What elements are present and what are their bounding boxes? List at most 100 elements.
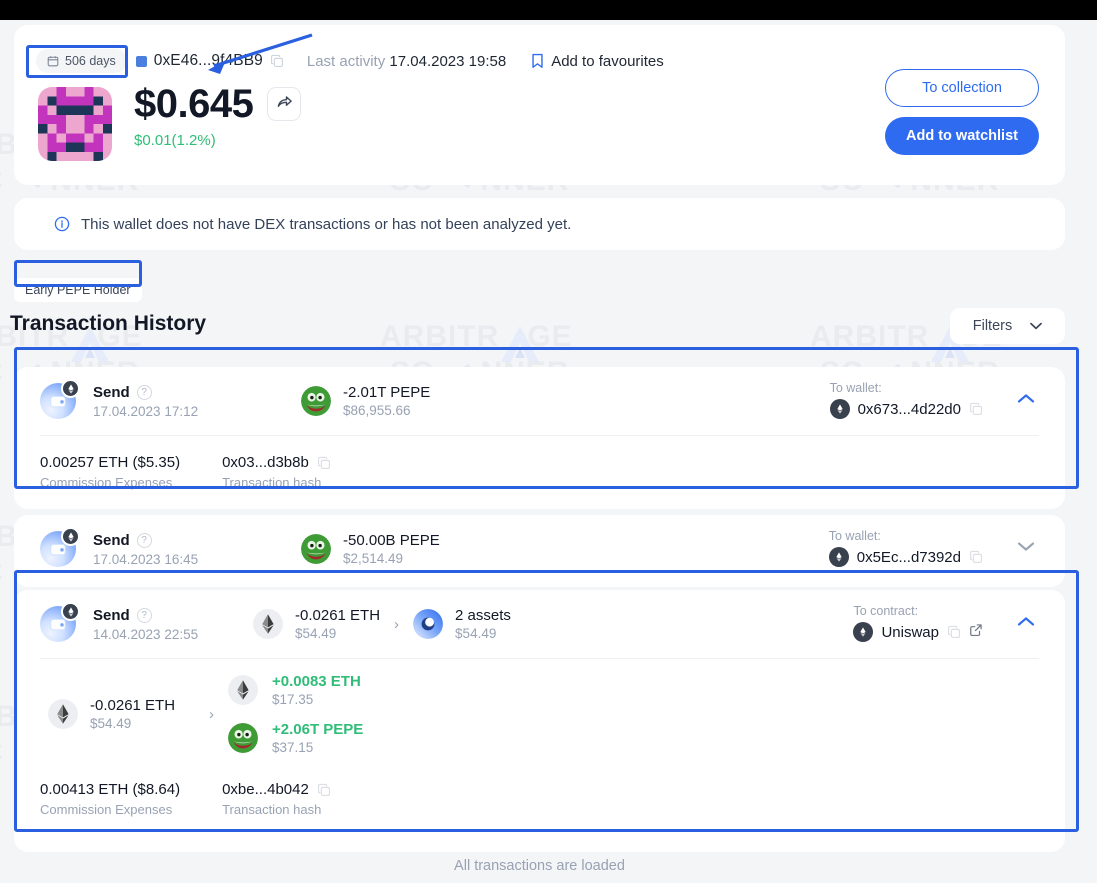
page-body: ARBITR GESC NNER ARBITR GESC NNER ARBITR… [0, 20, 1079, 883]
eth-badge-icon [836, 552, 842, 562]
hash-block: 0x03...d3b8b Transaction hash [222, 454, 331, 490]
expand-toggle[interactable] [1017, 539, 1035, 557]
tx-asset: -2.01T PEPE $86,955.66 [301, 384, 430, 418]
transaction-row[interactable]: Send ? 17.04.2023 16:45 -50.00B PEPE $2, [14, 515, 1065, 587]
wallet-avatar [38, 87, 112, 161]
header-actions: To collection Add to watchlist [885, 69, 1039, 155]
transaction-type-icon [40, 527, 80, 567]
copy-icon[interactable] [270, 54, 284, 68]
tx-asset: -50.00B PEPE $2,514.49 [301, 532, 440, 566]
swap-output-usd: $37.15 [272, 740, 314, 755]
eth-network-badge-icon [61, 602, 80, 621]
price-block: $0.645 $0.01(1.2%) [134, 82, 302, 149]
copy-icon [317, 456, 330, 469]
transaction-history-title: Transaction History [10, 312, 207, 335]
transaction-type-label: Send [93, 531, 130, 549]
swap-output-amount: +0.0083 ETH [272, 673, 361, 690]
transaction-type-label: Send [93, 383, 130, 401]
page-title: $0.645 [134, 82, 254, 126]
copy-icon [948, 625, 960, 638]
transaction-destination: To contract: Uniswap [853, 604, 983, 642]
copy-icon [970, 402, 982, 415]
eth-badge-icon [836, 404, 843, 414]
swap-input: -0.0261 ETH $54.49 › [48, 697, 228, 731]
tx-swap-usd: $54.49 [455, 626, 497, 641]
destination-label: To wallet: [828, 529, 881, 543]
expand-toggle[interactable] [1017, 391, 1035, 409]
transaction-summary[interactable]: Send ? 17.04.2023 17:12 -2.01T PEPE $86, [14, 367, 1065, 435]
help-icon[interactable]: ? [136, 384, 152, 400]
wallet-address-text: 0xE46...9f4BB9 [153, 52, 263, 69]
help-icon[interactable]: ? [136, 607, 152, 623]
calendar-icon [47, 55, 59, 67]
destination-value: 0x5Ec...d7392d [856, 548, 961, 566]
expand-toggle[interactable] [1017, 614, 1035, 632]
tx-amount: -0.0261 ETH [295, 607, 381, 624]
transaction-hash-label: Transaction hash [222, 475, 322, 490]
copy-icon [970, 550, 982, 563]
copy-icon-wrap[interactable] [317, 456, 331, 470]
external-link-icon-wrap[interactable] [969, 623, 983, 641]
destination-value: Uniswap [881, 623, 939, 641]
wallet-tags: Early PEPE Holder [14, 278, 142, 302]
tx-swap-amount: 2 assets [455, 607, 511, 624]
swap-input-usd: $54.49 [90, 716, 132, 731]
transaction-row[interactable]: Send ? 17.04.2023 17:12 -2.01T PEPE $86, [14, 367, 1065, 509]
pepe-token-icon [228, 723, 258, 753]
tx-asset-out: -0.0261 ETH $54.49 [253, 607, 380, 641]
wallet-header-card: 506 days 0xE46...9f4BB9 Last activity 17… [14, 25, 1065, 185]
to-collection-button[interactable]: To collection [885, 69, 1039, 107]
transaction-hash-label: Transaction hash [222, 802, 322, 817]
swap-arrow-icon: › [394, 615, 400, 633]
price-change: $0.01(1.2%) [134, 132, 216, 149]
transaction-row[interactable]: Send ? 14.04.2023 22:55 -0.0261 ETH $54.… [14, 590, 1065, 852]
last-activity-value: 17.04.2023 19:58 [389, 52, 507, 70]
copy-icon-wrap[interactable] [947, 625, 961, 639]
transaction-date: 14.04.2023 22:55 [93, 626, 199, 642]
add-to-favourites-label: Add to favourites [551, 52, 664, 70]
copy-icon-wrap[interactable] [969, 402, 983, 416]
all-loaded-note: All transactions are loaded [454, 858, 625, 874]
copy-icon-wrap[interactable] [969, 550, 983, 564]
filters-button[interactable]: Filters [950, 308, 1065, 344]
swap-breakdown: -0.0261 ETH $54.49 › +0.0083 ETH $17.35 … [14, 659, 1065, 763]
transaction-destination: To wallet: 0x673...4d22d0 [829, 381, 983, 419]
last-activity-label: Last activity [306, 52, 386, 70]
transaction-type-label: Send [93, 606, 130, 624]
tx-amount: -50.00B PEPE [343, 532, 440, 549]
wallet-age-label: 506 days [65, 54, 116, 68]
help-icon[interactable]: ? [136, 532, 152, 548]
eth-chain-icon [853, 622, 874, 642]
transaction-type: Send ? 17.04.2023 17:12 [93, 384, 253, 419]
dex-notice-banner: This wallet does not have DEX transactio… [14, 198, 1065, 250]
destination-label: To contract: [853, 604, 919, 618]
transaction-hash-value: 0x03...d3b8b [222, 454, 331, 471]
commission-label: Commission Expenses [40, 802, 173, 817]
bookmark-icon [531, 53, 544, 69]
commission-block: 0.00413 ETH ($8.64) Commission Expenses [40, 781, 180, 817]
swap-arrow-icon: › [209, 705, 215, 723]
app-root: ARBITR GESC NNER ARBITR GESC NNER ARBITR… [0, 0, 1097, 883]
swap-outputs: +0.0083 ETH $17.35 +2.06T PEPE $37.15 [228, 673, 363, 755]
transaction-summary[interactable]: Send ? 14.04.2023 22:55 -0.0261 ETH $54.… [14, 590, 1065, 658]
destination-label: To wallet: [829, 381, 882, 395]
add-to-watchlist-button[interactable]: Add to watchlist [885, 117, 1039, 155]
info-icon [54, 216, 70, 232]
swap-output-usd: $17.35 [272, 692, 314, 707]
wallet-age-chip: 506 days [36, 49, 127, 73]
eth-badge-icon [67, 383, 74, 394]
transaction-destination: To wallet: 0x5Ec...d7392d [828, 529, 983, 567]
swap-output-item: +0.0083 ETH $17.35 [228, 673, 363, 707]
transaction-summary[interactable]: Send ? 17.04.2023 16:45 -50.00B PEPE $2, [14, 515, 1065, 583]
add-to-favourites-button[interactable]: Add to favourites [531, 53, 664, 70]
chevron-down-icon [1030, 318, 1043, 334]
transaction-date: 17.04.2023 17:12 [93, 403, 199, 419]
transaction-date: 17.04.2023 16:45 [93, 551, 199, 567]
share-button[interactable] [267, 87, 302, 121]
commission-label: Commission Expenses [40, 475, 173, 490]
destination-value-row: 0x5Ec...d7392d [828, 547, 983, 567]
transaction-type: Send ? 17.04.2023 16:45 [93, 532, 253, 567]
transaction-hash-value: 0xbe...4b042 [222, 781, 331, 798]
page-right-gutter [1079, 20, 1097, 883]
copy-icon-wrap[interactable] [317, 783, 331, 797]
